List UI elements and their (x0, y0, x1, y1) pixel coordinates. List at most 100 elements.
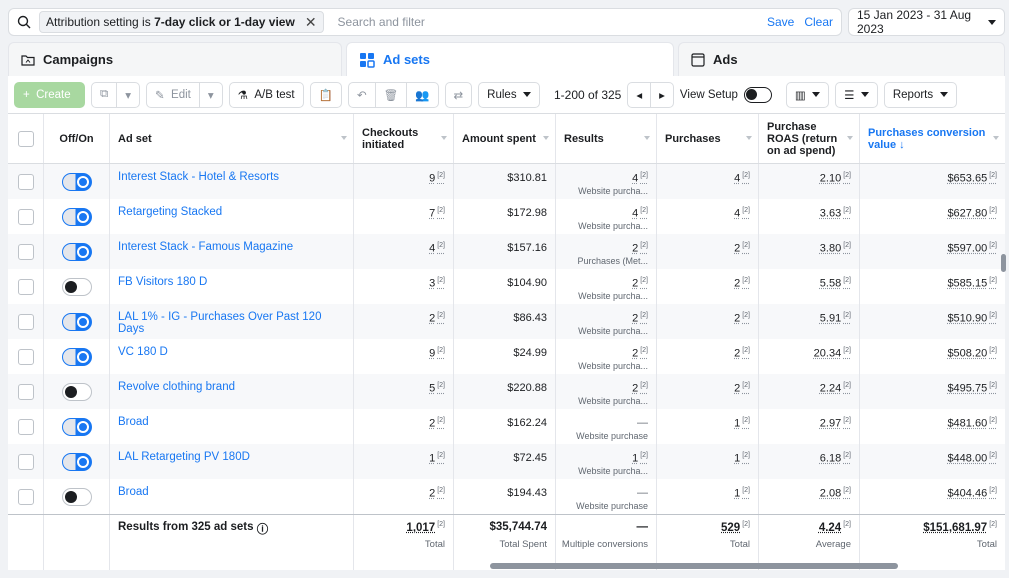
breakdown-button[interactable]: ☰ (835, 81, 878, 108)
row-checkbox[interactable] (17, 173, 34, 190)
table-row[interactable]: FB Visitors 180 D 3 [2] $104.90 2 [2] Website … (8, 269, 1005, 304)
ad-set-toggle[interactable] (61, 347, 92, 366)
chevron-left-icon[interactable]: ◂ (628, 83, 650, 107)
ad-set-name-link[interactable]: LAL 1% - IG - Purchases Over Past 120 Da… (118, 311, 345, 335)
duplicate-button[interactable]: ⧉ ▾ (91, 81, 140, 108)
toolbar: + Create ⧉ ▾ ✎ Edit ▾ ⚗ A/B test 📋 ↶ 🗑 👥 ⇄ R… (8, 76, 1005, 114)
create-button[interactable]: + Create (14, 81, 85, 108)
ab-test-button[interactable]: ⚗ A/B test (228, 81, 304, 108)
columns-button[interactable]: ▥ (785, 81, 830, 108)
purchases-value: 2 (734, 277, 741, 290)
ad-set-name-link[interactable]: Broad (118, 416, 149, 428)
results-cell: 4 [2] Website purcha... (556, 164, 657, 199)
row-checkbox[interactable] (17, 488, 34, 505)
ad-set-name-link[interactable]: LAL Retargeting PV 180D (118, 451, 250, 463)
col-header-checkouts[interactable]: Checkouts initiated (354, 114, 454, 163)
close-icon[interactable]: ✕ (305, 14, 317, 31)
ad-set-toggle[interactable] (61, 452, 92, 471)
ad-set-name-link[interactable]: FB Visitors 180 D (118, 276, 207, 288)
export-button[interactable]: ⇄ (444, 81, 473, 108)
table-row[interactable]: Broad 2 [2] $194.43— Website purchase 1 [2] 2.0… (8, 479, 1005, 514)
undo-icon[interactable]: ↶ (349, 83, 375, 107)
table-row[interactable]: Broad 2 [2] $162.24— Website purchase 1 [2] 2.9… (8, 409, 1005, 444)
col-header-roas[interactable]: Purchase ROAS (return on ad spend) (759, 114, 860, 163)
col-header-purchases[interactable]: Purchases (657, 114, 759, 163)
footnote-marker: [2] (843, 242, 851, 249)
conversion-value-cell: $495.75 [2] (860, 374, 1005, 409)
ad-set-name-link[interactable]: Retargeting Stacked (118, 206, 222, 218)
col-header-ad-set[interactable]: Ad set (110, 114, 354, 163)
view-setup-toggle[interactable] (743, 86, 772, 103)
col-header-amount-spent[interactable]: Amount spent (454, 114, 556, 163)
row-checkbox[interactable] (17, 313, 34, 330)
footnote-marker: [2] (640, 312, 648, 319)
row-checkbox[interactable] (17, 453, 34, 470)
chevron-down-icon (812, 92, 821, 97)
sort-icon (847, 136, 853, 140)
table-row[interactable]: Interest Stack - Famous Magazine 4 [2] $157… (8, 234, 1005, 269)
ad-set-toggle[interactable] (61, 277, 92, 296)
ad-set-toggle[interactable] (61, 312, 92, 331)
row-checkbox[interactable] (17, 208, 34, 225)
ad-set-name-link[interactable]: Broad (118, 486, 149, 498)
footnote-marker: [2] (437, 277, 445, 284)
row-checkbox[interactable] (17, 418, 34, 435)
rules-button[interactable]: Rules (478, 81, 540, 108)
ad-set-toggle[interactable] (61, 207, 92, 226)
totals-sub: Multiple conversions (561, 539, 648, 550)
tab-ad-sets[interactable]: Ad sets (346, 42, 674, 76)
tab-campaigns[interactable]: Campaigns (8, 42, 342, 76)
totals-purchases: 529 [2] Total (657, 515, 759, 570)
vertical-scrollbar[interactable] (1001, 254, 1006, 272)
tab-ads[interactable]: Ads (678, 42, 1005, 76)
footnote-marker: [2] (742, 242, 750, 249)
attribution-filter-chip[interactable]: Attribution setting is 7-day click or 1-… (39, 11, 324, 33)
row-checkbox[interactable] (17, 243, 34, 260)
table-row[interactable]: LAL 1% - IG - Purchases Over Past 120 Da… (8, 304, 1005, 339)
col-header-off-on[interactable]: Off/On (44, 114, 110, 163)
toggle-cell (44, 304, 110, 339)
clear-filter-link[interactable]: Clear (804, 15, 833, 29)
ad-set-name-link[interactable]: Revolve clothing brand (118, 381, 235, 393)
ad-set-toggle[interactable] (61, 487, 92, 506)
row-checkbox[interactable] (17, 348, 34, 365)
clipboard-button[interactable]: 📋 (309, 81, 342, 108)
ad-set-toggle[interactable] (61, 382, 92, 401)
horizontal-scrollbar[interactable] (490, 563, 898, 569)
col-header-results[interactable]: Results (556, 114, 657, 163)
table-row[interactable]: LAL Retargeting PV 180D 1 [2] $72.45 1 [2] Web… (8, 444, 1005, 479)
table-row[interactable]: VC 180 D 9 [2] $24.99 2 [2] Website purcha... 2… (8, 339, 1005, 374)
search-input[interactable]: Search and filter (338, 15, 757, 29)
row-checkbox[interactable] (17, 383, 34, 400)
select-all-checkbox[interactable] (17, 130, 34, 147)
search-filter-bar[interactable]: Attribution setting is 7-day click or 1-… (8, 8, 842, 36)
table-row[interactable]: Revolve clothing brand 5 [2] $220.88 2 [2] Web… (8, 374, 1005, 409)
info-icon[interactable]: ⓘ (257, 521, 269, 537)
reports-button[interactable]: Reports (883, 81, 957, 108)
chevron-down-icon[interactable]: ▾ (116, 82, 139, 107)
edit-button[interactable]: ✎ Edit ▾ (146, 81, 223, 108)
ad-set-toggle[interactable] (61, 417, 92, 436)
amount-spent-cell: $172.98 (454, 199, 556, 234)
ad-set-toggle[interactable] (61, 172, 92, 191)
trash-icon[interactable]: 🗑 (374, 82, 407, 107)
results-value: 4 (632, 207, 639, 220)
totals-value: $35,744.74 (489, 521, 547, 533)
amount-spent-value: $72.45 (513, 452, 547, 464)
ad-set-name-link[interactable]: VC 180 D (118, 346, 168, 358)
ad-set-name-link[interactable]: Interest Stack - Famous Magazine (118, 241, 293, 253)
table-row[interactable]: Interest Stack - Hotel & Resorts 9 [2] $310… (8, 164, 1005, 199)
footnote-marker: [2] (437, 521, 445, 528)
pencil-icon: ✎ Edit (147, 83, 199, 107)
chevron-down-icon[interactable]: ▾ (198, 82, 222, 107)
ad-set-name-link[interactable]: Interest Stack - Hotel & Resorts (118, 171, 279, 183)
col-header-conversion-value[interactable]: Purchases conversion value ↓ (860, 114, 1005, 163)
ad-set-toggle[interactable] (61, 242, 92, 261)
people-icon[interactable]: 👥 (406, 82, 437, 107)
table-row[interactable]: Retargeting Stacked 7 [2] $172.98 4 [2] Websit… (8, 199, 1005, 234)
footnote-marker: [2] (742, 277, 750, 284)
save-filter-link[interactable]: Save (767, 15, 794, 29)
date-range-picker[interactable]: 15 Jan 2023 - 31 Aug 2023 (848, 8, 1005, 36)
chevron-right-icon[interactable]: ▸ (650, 82, 673, 107)
row-checkbox[interactable] (17, 278, 34, 295)
